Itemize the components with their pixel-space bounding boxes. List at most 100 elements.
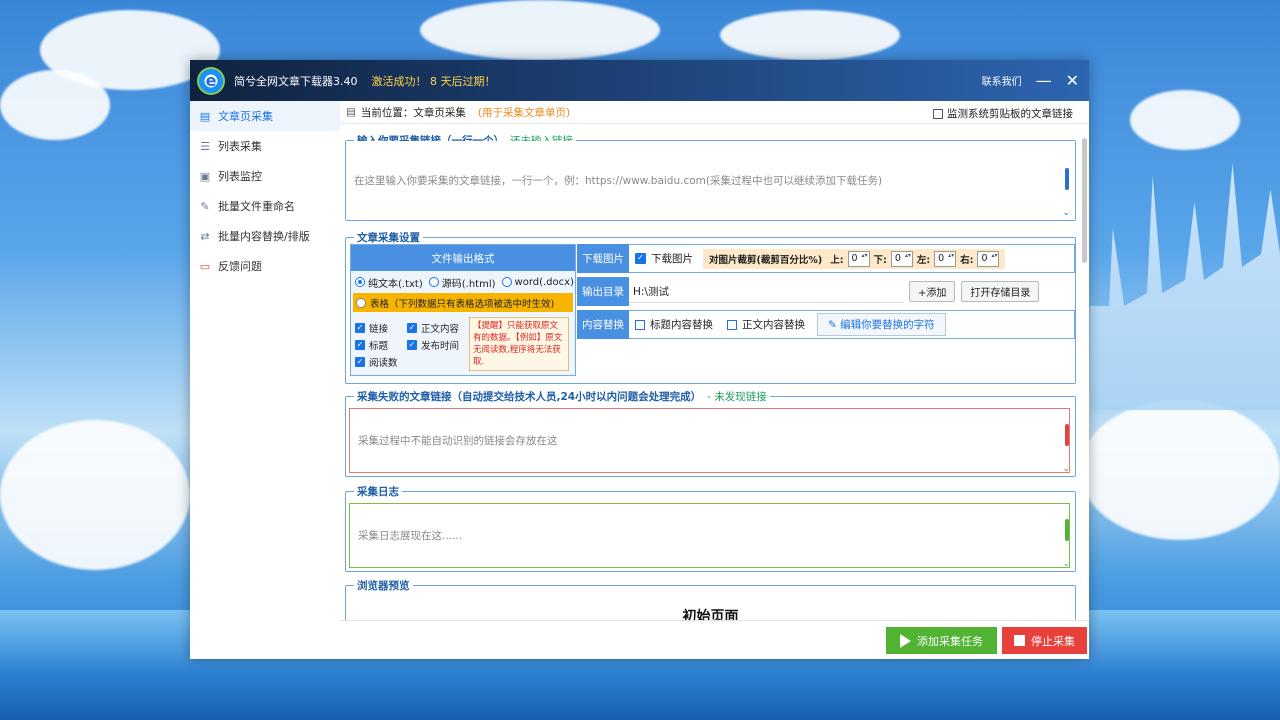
check-icon: ✓ [355,356,365,367]
sidebar-item-label: 批量内容替换/排版 [218,230,310,243]
format-docx-radio[interactable]: word(.docx) [501,276,574,288]
radio-dot[interactable] [355,277,365,287]
field-label: 正文内容 [421,323,460,335]
breadcrumb: ▤ 当前位置： 文章页采集 (用于采集文章单页) 监测系统剪贴板的文章链接 [340,101,1089,124]
sidebar-item-label: 批量文件重命名 [218,200,295,213]
stop-label: 停止采集 [1031,634,1075,648]
crop-right-stepper[interactable]: 0 [977,250,1000,267]
crop-bottom-label: 下: [873,254,887,266]
content-replace-label: 内容替换 [577,310,629,339]
failed-links-status: - 未发现链接 [707,391,767,403]
download-images-checkbox[interactable]: ✓ 下载图片 [635,251,693,266]
sidebar-item-article-page[interactable]: ▤ 文章页采集 [190,101,340,131]
monitor-icon: ▣ [199,169,211,183]
sidebar-item-batch-replace[interactable]: ⇄ 批量内容替换/排版 [190,221,340,251]
field-label: 发布时间 [421,340,460,352]
notice-text: 【提醒】只能获取原文有的数据。【例如】原文无阅读数,程序将无法获取. [469,317,569,371]
stop-icon [1014,635,1025,646]
sidebar-item-label: 文章页采集 [218,110,273,123]
activation-status: 激活成功！ 8 天后过期！ [371,74,496,88]
sidebar-item-feedback[interactable]: ▭ 反馈问题 [190,251,340,281]
monitor-clipboard-label: 监测系统剪贴板的文章链接 [947,108,1073,120]
field-label: 阅读数 [369,357,398,369]
contact-us-link[interactable]: 联系我们 [982,73,1022,88]
crop-bottom-stepper[interactable]: 0 [890,250,913,267]
rename-icon: ✎ [200,199,210,213]
checkbox-box[interactable] [727,319,737,330]
crop-top-stepper[interactable]: 0 [847,250,870,267]
close-button[interactable]: ✕ [1066,71,1079,90]
main-panel: ▤ 当前位置： 文章页采集 (用于采集文章单页) 监测系统剪贴板的文章链接 输入… [340,101,1089,659]
output-format-box: 文件输出格式 纯文本(.txt) 源码(.html) word(.docx) 表… [350,244,576,376]
settings-group: 文章采集设置 文件输出格式 纯文本(.txt) 源码(.html) word(.… [345,230,1076,384]
log-title: 采集日志 [354,484,402,499]
minimize-button[interactable]: — [1036,71,1052,90]
radio-dot[interactable] [428,277,439,287]
open-dir-button[interactable]: 打开存储目录 [961,281,1040,302]
body-replace-checkbox[interactable]: 正文内容替换 [727,317,805,332]
add-task-label: 添加采集任务 [917,634,983,648]
log-textarea[interactable]: 采集日志展现在这...... [349,503,1070,568]
field-link-checkbox[interactable]: ✓ 链接 [355,319,388,336]
list-search-icon: ☰ [200,139,210,153]
stop-button[interactable]: 停止采集 [1002,627,1087,654]
log-scrollbar[interactable] [1065,519,1069,541]
output-format-header: 文件输出格式 [351,245,575,271]
field-label: 标题 [369,340,389,352]
field-body-checkbox[interactable]: ✓ 正文内容 [407,319,459,336]
output-dir-row: H:\测试 +添加 打开存储目录 [629,277,1075,306]
chevron-down-icon[interactable]: ⌄ [1062,208,1070,218]
edit-replace-button[interactable]: ✎ 编辑你要替换的字符 [817,313,946,336]
content-scroll-area[interactable]: 输入你要采集链接（一行一个）还未输入链接 在这里输入你要采集的文章链接，一行一个… [340,124,1089,621]
chevron-down-icon[interactable]: ⌄ [1062,559,1070,569]
output-dir-input[interactable]: H:\测试 [629,281,903,303]
app-title: 简兮全网文章下载器3.40 [234,74,358,88]
format-table-radio[interactable]: 表格（下列数据只有表格选项被选中时生效) [353,293,573,312]
crop-left-stepper[interactable]: 0 [934,250,957,267]
app-window: e 简兮全网文章下载器3.40 激活成功！ 8 天后过期！ 联系我们 — ✕ ▤… [190,60,1089,659]
field-title-checkbox[interactable]: ✓ 标题 [355,336,388,353]
url-input-scrollbar[interactable] [1065,168,1069,190]
sidebar: ▤ 文章页采集 ☰ 列表采集 ▣ 列表监控 ✎ 批量文件重命名 ⇄ 批量内容替换… [190,101,340,659]
body-replace-label: 正文内容替换 [742,319,805,331]
chevron-down-icon[interactable]: ⌄ [1062,464,1070,474]
failed-links-group: 采集失败的文章链接（自动提交给技术人员,24小时以内问题会处理完成） - 未发现链… [345,389,1076,477]
settings-title: 文章采集设置 [354,230,423,245]
log-placeholder: 采集日志展现在这...... [358,530,463,542]
sidebar-item-list-collect[interactable]: ☰ 列表采集 [190,131,340,161]
field-publish-time-checkbox[interactable]: ✓ 发布时间 [407,336,459,353]
field-read-count-checkbox[interactable]: ✓ 阅读数 [355,353,398,370]
play-icon [900,633,911,648]
format-radio-group: 纯文本(.txt) 源码(.html) word(.docx) [351,271,575,293]
log-group: 采集日志 采集日志展现在这...... ⌄ [345,484,1076,572]
main-scrollbar[interactable] [1082,138,1087,263]
field-label: 链接 [369,323,389,335]
add-dir-button[interactable]: +添加 [909,281,956,302]
failed-links-title: 采集失败的文章链接（自动提交给技术人员,24小时以内问题会处理完成） - 未发现链… [354,389,770,404]
radio-dot[interactable] [356,297,366,308]
sidebar-item-list-monitor[interactable]: ▣ 列表监控 [190,161,340,191]
title-replace-label: 标题内容替换 [650,319,713,331]
format-docx-label: word(.docx) [514,276,574,288]
sidebar-item-batch-rename[interactable]: ✎ 批量文件重命名 [190,191,340,221]
title-bar[interactable]: e 简兮全网文章下载器3.40 激活成功！ 8 天后过期！ 联系我们 — ✕ [190,60,1089,101]
breadcrumb-current: 文章页采集 [413,106,466,119]
add-task-button[interactable]: 添加采集任务 [886,627,997,654]
failed-links-placeholder: 采集过程中不能自动识别的链接会存放在这 [358,435,558,447]
failed-links-textarea[interactable]: 采集过程中不能自动识别的链接会存放在这 [349,408,1070,473]
preview-page-title: 初始页面 [682,609,739,621]
checkbox-box[interactable] [635,319,645,330]
failed-links-scrollbar[interactable] [1065,424,1069,446]
monitor-clipboard-checkbox[interactable]: 监测系统剪贴板的文章链接 [933,106,1073,121]
url-input-textarea[interactable]: 在这里输入你要采集的文章链接，一行一个，例：https://www.baidu.… [346,141,1075,220]
title-replace-checkbox[interactable]: 标题内容替换 [635,317,713,332]
format-table-label: 表格（下列数据只有表格选项被选中时生效) [370,298,555,310]
check-icon: ✓ [407,339,417,350]
radio-dot[interactable] [501,277,512,287]
breadcrumb-hint: (用于采集文章单页) [477,106,571,119]
url-input-group: 输入你要采集链接（一行一个）还未输入链接 在这里输入你要采集的文章链接，一行一个… [345,133,1076,221]
url-input-placeholder: 在这里输入你要采集的文章链接，一行一个，例：https://www.baidu.… [354,175,883,187]
format-txt-radio[interactable]: 纯文本(.txt) [355,275,423,290]
format-html-radio[interactable]: 源码(.html) [428,275,496,290]
checkbox-box[interactable] [933,108,943,119]
